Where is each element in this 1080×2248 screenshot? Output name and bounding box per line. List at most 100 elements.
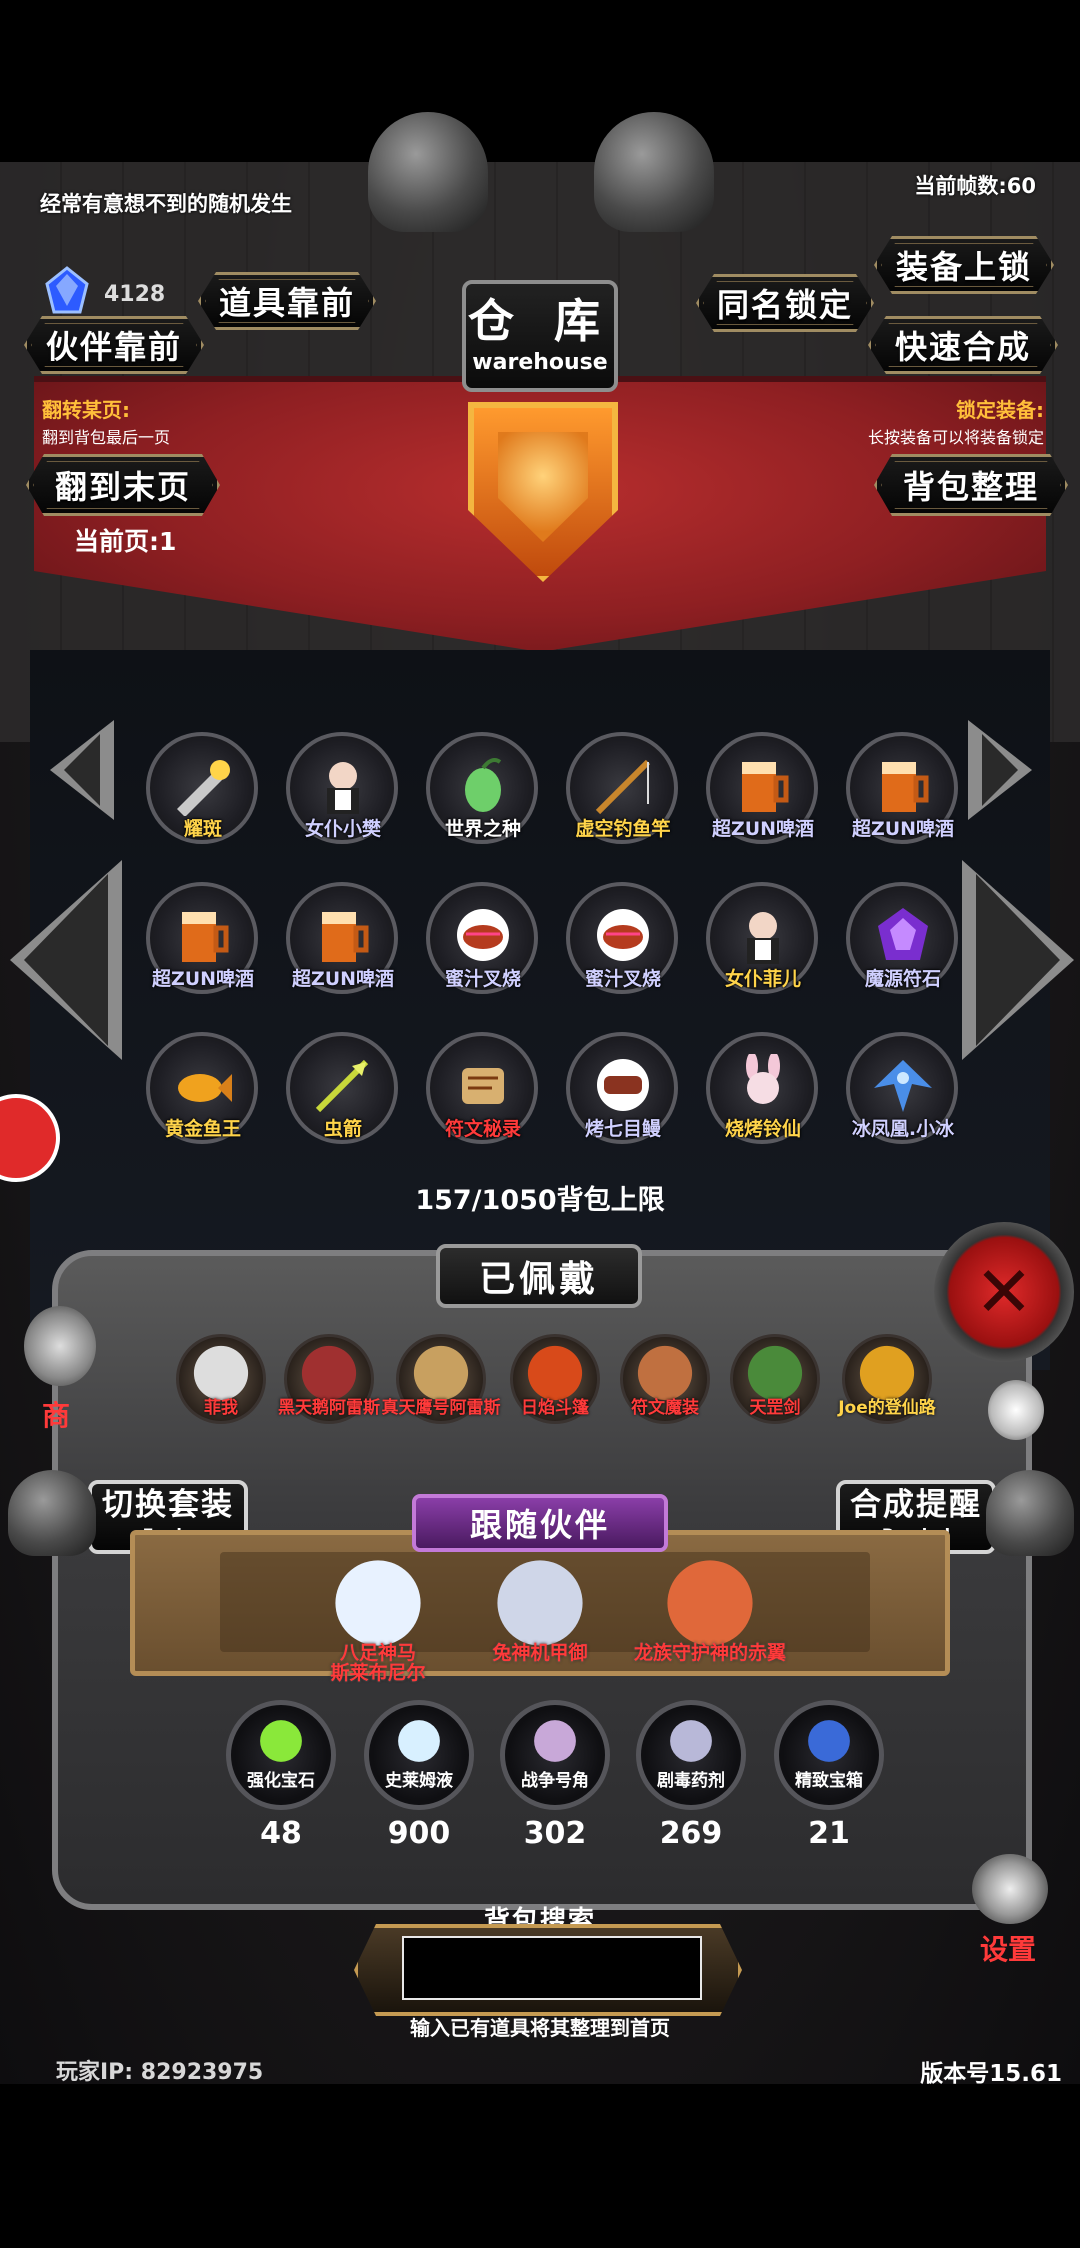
ice-phoenix-icon [872,1054,934,1116]
equipped-slot[interactable]: 天罡剑 [720,1334,830,1444]
beer-icon [312,904,374,966]
fps-counter: 当前帧数:60 [914,174,1036,198]
equipped-slot[interactable]: 菲我 [166,1334,276,1444]
material-slot[interactable]: 剧毒药剂 269 [636,1700,746,1851]
equipped-slot[interactable]: 符文魔装 [610,1334,720,1444]
warehouse-slot[interactable]: 烧烤铃仙 [698,1030,828,1160]
merge-remind-label: 合成提醒 [850,1487,982,1523]
equipped-slot[interactable]: 真天鹰号阿雷斯 [382,1334,501,1444]
same-name-lock-button[interactable]: 同名锁定 [696,274,874,332]
material-count: 302 [523,1816,587,1851]
pet-name: 龙族守护神的赤翼 [633,1642,786,1664]
equipped-slot[interactable]: 日焰斗篷 [500,1334,610,1444]
beer-icon [732,754,794,816]
shop-icon[interactable] [24,1306,96,1386]
warehouse-slot[interactable]: 女仆菲儿 [698,880,828,1010]
version-number: 版本号15.61 [920,2061,1062,2087]
left-helmet-ornament [368,112,488,232]
follow-title: 跟随伙伴 [412,1494,668,1552]
material-slot[interactable]: 精致宝箱 21 [774,1700,884,1851]
item-name: 超ZUN啤酒 [851,818,955,840]
meat-icon [452,904,514,966]
green-gem-icon [254,1714,308,1768]
warehouse-slot[interactable]: 烤七目鳗 [558,1030,688,1160]
shop-label[interactable]: 商 [42,1394,70,1434]
warehouse-slot[interactable]: 世界之种 [418,730,548,860]
warehouse-slot[interactable]: 女仆小樊 [278,730,408,860]
partner-front-button[interactable]: 伙伴靠前 [24,316,204,374]
player-ip: 玩家IP: 82923975 [56,2060,264,2085]
search-input[interactable] [402,1936,702,2000]
left-helmet-icon [8,1470,96,1556]
equip-name: Joe的登仙路 [838,1398,936,1418]
items-front-button[interactable]: 道具靠前 [198,272,376,330]
warehouse-slot[interactable]: 蜜汁叉烧 [558,880,688,1010]
item-name: 冰凤凰.小冰 [851,1118,955,1140]
warehouse-slot[interactable]: 蜜汁叉烧 [418,880,548,1010]
material-name: 精致宝箱 [795,1771,863,1791]
warehouse-slot[interactable]: 黄金鱼王 [138,1030,268,1160]
title-cn: 仓 库 [467,293,612,348]
material-slot[interactable]: 战争号角 302 [500,1700,610,1851]
close-button[interactable]: ✕ [934,1222,1074,1362]
warehouse-slot[interactable]: 超ZUN啤酒 [138,880,268,1010]
item-name: 女仆菲儿 [724,968,801,990]
right-helmet-icon [986,1470,1074,1556]
search-hint: 输入已有道具将其整理到首页 [410,2016,670,2040]
potion-icon [392,1714,446,1768]
maid-icon [312,754,374,816]
current-page: 当前页:1 [74,527,177,556]
warehouse-title: 仓 库 warehouse [462,280,618,392]
switch-outfit-label: 切换套装 [102,1487,234,1523]
material-slot[interactable]: 史莱姆液 900 [364,1700,474,1851]
warehouse-slot[interactable]: 魔源符石 [838,880,968,1010]
item-name: 黄金鱼王 [164,1118,241,1140]
settings-label[interactable]: 设置 [958,1878,1058,1968]
material-count: 21 [808,1816,850,1851]
item-name: 耀斑 [183,818,222,840]
warehouse-slot[interactable]: 虫箭 [278,1030,408,1160]
item-name: 虚空钓鱼竿 [575,818,671,840]
title-en: warehouse [472,349,608,375]
bag-capacity: 157/1050背包上限 [415,1185,665,1216]
warehouse-slot[interactable]: 耀斑 [138,730,268,860]
chest-icon [802,1714,856,1768]
warehouse-slot[interactable]: 超ZUN啤酒 [698,730,828,860]
grilled-eel-icon [592,1054,654,1116]
material-count: 269 [659,1816,723,1851]
quick-merge-button[interactable]: 快速合成 [868,316,1058,374]
item-name: 蜜汁叉烧 [584,968,661,990]
material-count: 900 [387,1816,451,1851]
lock-label: 锁定装备: [956,398,1044,422]
warehouse-slot[interactable]: 超ZUN啤酒 [278,880,408,1010]
warehouse-slot[interactable]: 虚空钓鱼竿 [558,730,688,860]
bunny-girl-icon [732,1052,794,1116]
equipped-title: 已佩戴 [436,1244,642,1308]
item-name: 超ZUN啤酒 [291,968,395,990]
item-name: 虫箭 [323,1118,362,1140]
equipped-slot[interactable]: 黑天鹅阿雷斯 [274,1334,384,1444]
beer-icon [872,754,934,816]
bag-sort-button[interactable]: 背包整理 [874,454,1068,516]
gem-icon [45,266,89,314]
flip-desc: 翻到背包最后一页 [42,428,171,447]
material-slot[interactable]: 强化宝石 48 [226,1700,336,1851]
material-count: 48 [260,1816,302,1851]
material-name: 强化宝石 [247,1771,315,1791]
warehouse-slot[interactable]: 超ZUN啤酒 [838,730,968,860]
warehouse-slot[interactable]: 冰凤凰.小冰 [838,1030,968,1160]
item-name: 超ZUN啤酒 [711,818,815,840]
warehouse-slot[interactable]: 符文秘录 [418,1030,548,1160]
golden-fish-icon [172,1054,234,1116]
right-helmet-ornament [594,112,714,232]
flip-label: 翻转某页: [42,398,130,422]
to-last-page-button[interactable]: 翻到末页 [26,454,220,516]
dice-icon[interactable] [988,1380,1044,1440]
equipped-slot[interactable]: Joe的登仙路 [832,1334,942,1444]
item-name: 世界之种 [444,818,521,840]
pet-slot[interactable]: 龙族守护神的赤翼 [610,1548,810,1698]
arrow-icon [312,1054,374,1116]
close-icon: ✕ [974,1251,1034,1333]
beer-icon [172,904,234,966]
equip-lock-button[interactable]: 装备上锁 [874,236,1054,294]
